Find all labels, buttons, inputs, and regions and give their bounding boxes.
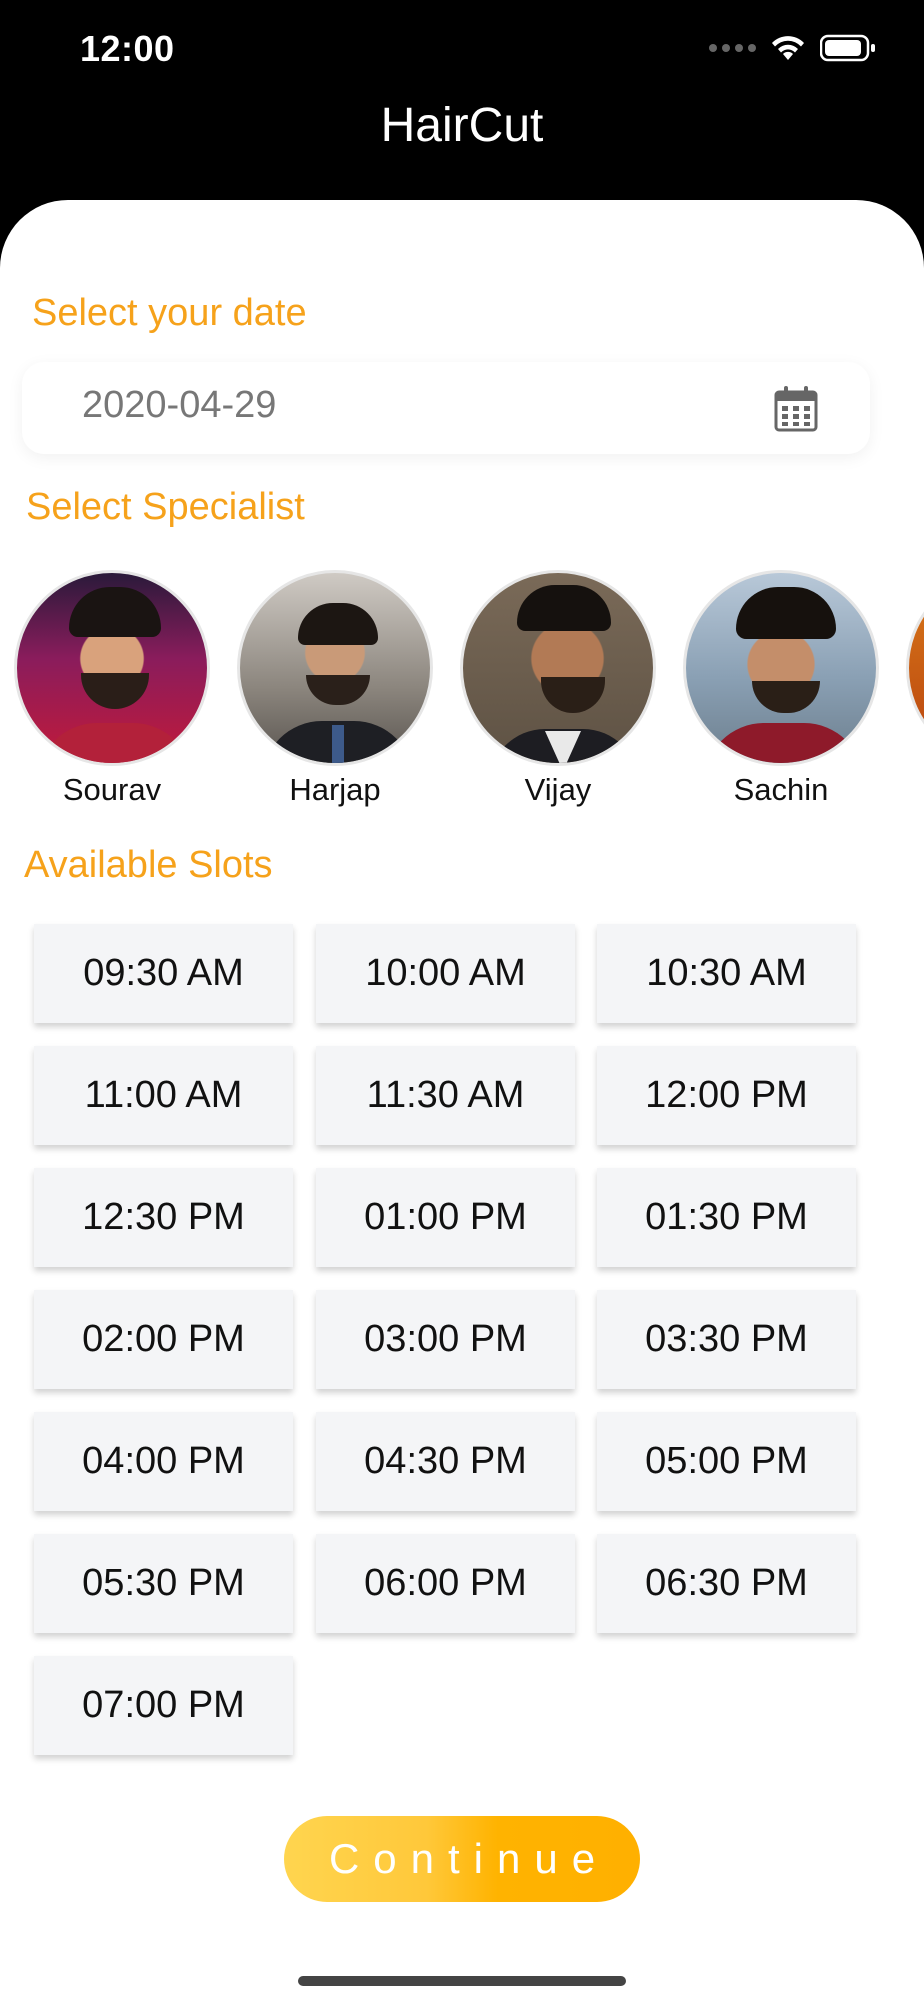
avatar (683, 570, 879, 766)
time-slot-button[interactable]: 06:00 PM (316, 1534, 575, 1633)
time-slot-button[interactable]: 10:00 AM (316, 924, 575, 1023)
specialist-section-label: Select Specialist (26, 486, 305, 528)
time-slot-button[interactable]: 01:30 PM (597, 1168, 856, 1267)
date-picker-field[interactable]: 2020-04-29 (22, 362, 870, 454)
time-slot-button[interactable]: 09:30 AM (34, 924, 293, 1023)
specialist-item[interactable]: Sourav (12, 570, 212, 808)
time-slot-button[interactable]: 10:30 AM (597, 924, 856, 1023)
status-bar: 12:00 (0, 0, 924, 100)
time-slot-button[interactable]: 12:00 PM (597, 1046, 856, 1145)
specialist-name: Sourav (62, 772, 162, 807)
status-time: 12:00 (80, 28, 175, 69)
time-slot-button[interactable]: 05:30 PM (34, 1534, 293, 1633)
home-indicator (298, 1976, 626, 1986)
avatar (14, 570, 210, 766)
date-section-label: Select your date (32, 292, 307, 334)
time-slot-button[interactable]: 05:00 PM (597, 1412, 856, 1511)
time-slot-button[interactable]: 01:00 PM (316, 1168, 575, 1267)
time-slot-button[interactable]: 03:00 PM (316, 1290, 575, 1389)
specialist-name: Sachin (733, 772, 829, 807)
continue-button[interactable]: Continue (284, 1816, 640, 1902)
status-icons (709, 34, 876, 62)
time-slot-button[interactable]: 06:30 PM (597, 1534, 856, 1633)
specialist-item[interactable] (904, 570, 924, 772)
battery-icon (820, 34, 876, 62)
slots-section-label: Available Slots (24, 844, 273, 886)
time-slot-button[interactable]: 12:30 PM (34, 1168, 293, 1267)
page-title: HairCut (380, 99, 544, 152)
time-slot-button[interactable]: 03:30 PM (597, 1290, 856, 1389)
specialist-item[interactable]: Harjap (235, 570, 435, 808)
time-slot-button[interactable]: 07:00 PM (34, 1656, 293, 1755)
specialist-name: Harjap (289, 772, 381, 807)
date-value: 2020-04-29 (82, 384, 277, 426)
wifi-icon (770, 34, 806, 62)
specialist-carousel[interactable]: Sourav Harjap Vijay Sachin (0, 570, 924, 820)
booking-card: Select your date 2020-04-29 Select Speci… (0, 200, 924, 2000)
time-slot-button[interactable]: 11:00 AM (34, 1046, 293, 1145)
calendar-icon[interactable] (774, 384, 818, 437)
specialist-item[interactable]: Sachin (681, 570, 881, 808)
time-slot-button[interactable]: 11:30 AM (316, 1046, 575, 1145)
avatar (460, 570, 656, 766)
signal-icon (709, 44, 756, 52)
avatar (237, 570, 433, 766)
specialist-item[interactable]: Vijay (458, 570, 658, 808)
time-slot-button[interactable]: 04:00 PM (34, 1412, 293, 1511)
time-slot-button[interactable]: 02:00 PM (34, 1290, 293, 1389)
specialist-name: Vijay (524, 772, 592, 807)
time-slot-button[interactable]: 04:30 PM (316, 1412, 575, 1511)
avatar (906, 570, 924, 766)
